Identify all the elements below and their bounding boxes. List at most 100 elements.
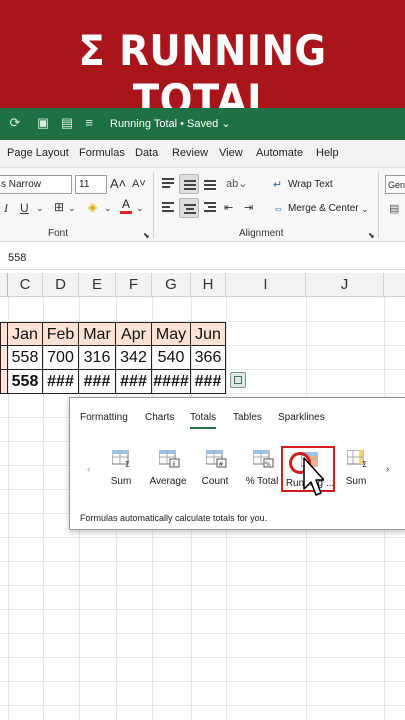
column-header-f[interactable]: F — [116, 273, 152, 297]
font-name-select[interactable]: s Narrow — [0, 175, 72, 194]
align-left-icon[interactable] — [158, 198, 178, 218]
qa-tile-sum[interactable]: Σ Sum — [94, 446, 148, 492]
quick-analysis-button[interactable] — [230, 372, 246, 388]
qa-footer-text: Formulas automatically calculate totals … — [80, 513, 268, 523]
total-cell[interactable]: ### — [191, 370, 226, 394]
font-dialog-launcher-icon[interactable]: ⬊ — [143, 228, 150, 244]
increase-font-icon[interactable]: A˄ — [110, 176, 126, 192]
column-header-j[interactable]: J — [306, 273, 384, 297]
tab-help[interactable]: Help — [316, 147, 339, 159]
save-icon[interactable]: ▣ — [36, 116, 50, 130]
window-title-bar: ⟳ ▣ ▤ ≡ Running Total • Saved ⌄ — [0, 108, 405, 140]
undo-icon[interactable]: ▤ — [60, 116, 74, 130]
ribbon-separator — [378, 172, 379, 238]
sum-rows-icon: Σ — [347, 450, 367, 468]
table-cell-partial[interactable] — [0, 322, 8, 346]
select-all-corner[interactable] — [0, 273, 8, 297]
wrap-text-icon[interactable]: ↵ — [273, 177, 282, 193]
increase-indent-icon[interactable]: ⇥ — [244, 200, 253, 216]
qa-tab-totals[interactable]: Totals — [190, 412, 217, 429]
column-header-c[interactable]: C — [8, 273, 43, 297]
ribbon: s Narrow 11 A˄ A˅ I U ⌄ ⊞ ⌄ ◈ ⌄ A ⌄ Font… — [0, 168, 405, 242]
table-value-cell[interactable]: 342 — [116, 346, 152, 370]
borders-dropdown-icon[interactable]: ⌄ — [68, 200, 76, 216]
total-cell[interactable]: #### — [152, 370, 191, 394]
tab-automate[interactable]: Automate — [256, 147, 303, 159]
table-header-cell[interactable]: Feb — [43, 322, 79, 346]
qa-tile-sum-rows[interactable]: Σ Sum — [329, 446, 383, 492]
total-cell[interactable]: ### — [116, 370, 152, 394]
qa-tab-tables[interactable]: Tables — [233, 412, 262, 423]
align-right-icon[interactable] — [200, 198, 220, 218]
average-icon: x̄ — [159, 450, 180, 468]
table-value-cell[interactable]: 700 — [43, 346, 79, 370]
currency-format-icon[interactable]: ▤ — [389, 201, 399, 217]
column-header-e[interactable]: E — [79, 273, 116, 297]
table-cell-partial[interactable] — [0, 370, 8, 394]
decrease-indent-icon[interactable]: ⇤ — [224, 200, 233, 216]
merge-center-icon[interactable]: ⇔ — [273, 201, 284, 217]
table-value-cell[interactable]: 366 — [191, 346, 226, 370]
align-center-icon[interactable] — [179, 198, 199, 218]
table-value-cell[interactable]: 558 — [8, 346, 43, 370]
column-header-i[interactable]: I — [226, 273, 306, 297]
underline-icon[interactable]: U — [20, 200, 29, 216]
column-header-h[interactable]: H — [191, 273, 226, 297]
table-header-cell[interactable]: May — [152, 322, 191, 346]
align-bottom-icon[interactable] — [200, 174, 220, 194]
qa-tile-count[interactable]: # Count — [188, 446, 242, 492]
font-color-dropdown-icon[interactable]: ⌄ — [136, 200, 144, 216]
column-header-d[interactable]: D — [43, 273, 79, 297]
number-format-select[interactable]: Gen — [385, 175, 405, 194]
ribbon-tab-bar: Page Layout Formulas Data Review View Au… — [0, 140, 405, 168]
table-header-cell[interactable]: Jan — [8, 322, 43, 346]
borders-icon[interactable]: ⊞ — [54, 199, 64, 215]
customize-toolbar-icon[interactable]: ≡ — [82, 116, 96, 130]
formula-bar-value: 558 — [8, 252, 27, 264]
fill-color-dropdown-icon[interactable]: ⌄ — [104, 200, 112, 216]
tab-formulas[interactable]: Formulas — [79, 147, 125, 159]
font-size-select[interactable]: 11 — [75, 175, 107, 194]
tab-page-layout[interactable]: Page Layout — [7, 147, 69, 159]
table-cell-partial[interactable] — [0, 346, 8, 370]
table-header-cell[interactable]: Mar — [79, 322, 116, 346]
svg-text:Σ: Σ — [125, 460, 130, 468]
autosave-icon[interactable]: ⟳ — [8, 116, 22, 130]
align-middle-icon[interactable] — [179, 174, 199, 194]
table-header-cell[interactable]: Apr — [116, 322, 152, 346]
qa-tab-formatting[interactable]: Formatting — [80, 412, 128, 423]
formula-bar[interactable]: 558 — [0, 248, 405, 270]
qa-tile-average[interactable]: x̄ Average — [141, 446, 195, 492]
tab-view[interactable]: View — [219, 147, 243, 159]
alignment-group-label: Alignment — [239, 228, 284, 239]
svg-text:Σ: Σ — [362, 460, 367, 468]
table-value-cell[interactable]: 316 — [79, 346, 116, 370]
table-header-cell[interactable]: Jun — [191, 322, 226, 346]
qa-tab-sparklines[interactable]: Sparklines — [278, 412, 325, 423]
column-header-g[interactable]: G — [152, 273, 191, 297]
orientation-icon[interactable]: ab⌄ — [226, 176, 247, 192]
tab-review[interactable]: Review — [172, 147, 208, 159]
alignment-dialog-launcher-icon[interactable]: ⬊ — [368, 228, 375, 244]
qa-tab-charts[interactable]: Charts — [145, 412, 174, 423]
merge-dropdown-icon[interactable]: ⌄ — [361, 201, 369, 217]
ribbon-separator — [153, 172, 154, 238]
tab-data[interactable]: Data — [135, 147, 158, 159]
total-cell[interactable]: ### — [43, 370, 79, 394]
scroll-right-icon[interactable]: › — [386, 464, 389, 475]
table-value-cell[interactable]: 540 — [152, 346, 191, 370]
total-cell[interactable]: ### — [79, 370, 116, 394]
sum-icon: Σ — [112, 450, 130, 468]
fill-color-icon[interactable]: ◈ — [88, 199, 97, 215]
align-top-icon[interactable] — [158, 174, 178, 194]
italic-icon[interactable]: I — [4, 200, 8, 216]
wrap-text-button[interactable]: Wrap Text — [288, 179, 333, 190]
font-color-icon[interactable]: A — [120, 198, 132, 214]
title-banner: Σ RUNNING TOTAL — [0, 0, 405, 124]
total-cell[interactable]: 558 — [8, 370, 43, 394]
scroll-left-icon[interactable]: ‹ — [87, 464, 90, 475]
document-title[interactable]: Running Total • Saved ⌄ — [110, 117, 231, 130]
merge-center-button[interactable]: Merge & Center — [288, 203, 359, 214]
underline-dropdown-icon[interactable]: ⌄ — [36, 200, 44, 216]
decrease-font-icon[interactable]: A˅ — [132, 176, 146, 192]
